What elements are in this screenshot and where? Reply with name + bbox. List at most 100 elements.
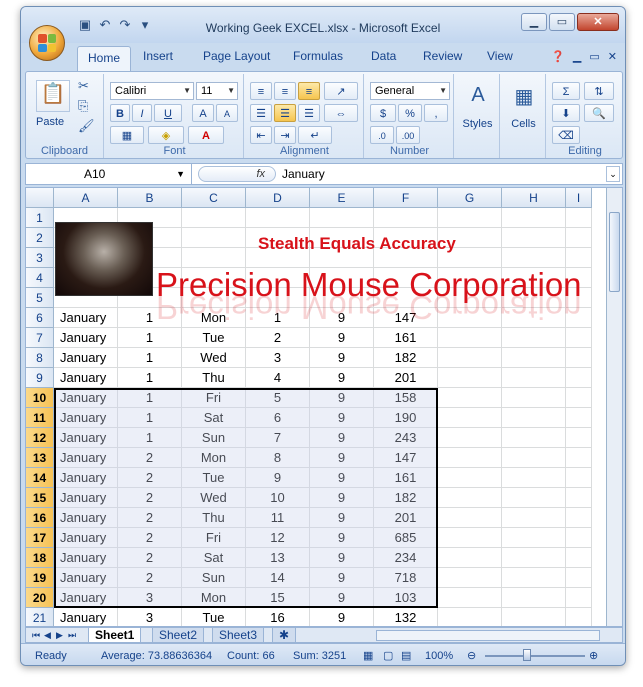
grid-cell[interactable]: Wed bbox=[182, 348, 246, 368]
grid-cell[interactable] bbox=[566, 568, 592, 588]
grid-cell[interactable]: 13 bbox=[246, 548, 310, 568]
grid-cell[interactable] bbox=[438, 428, 502, 448]
decrease-decimal-icon[interactable]: .00 bbox=[396, 126, 420, 144]
help-icon[interactable]: ❓ bbox=[551, 50, 565, 63]
grid-cell[interactable]: January bbox=[54, 508, 118, 528]
grid-cell[interactable] bbox=[502, 548, 566, 568]
grid-cell[interactable] bbox=[566, 528, 592, 548]
comma-icon[interactable]: , bbox=[424, 104, 448, 122]
increase-decimal-icon[interactable]: .0 bbox=[370, 126, 394, 144]
mouse-logo-image[interactable] bbox=[55, 222, 153, 296]
grid-cell[interactable] bbox=[502, 248, 566, 268]
ribbon-minimize-icon[interactable]: ▁ bbox=[573, 50, 581, 63]
grid-cell[interactable] bbox=[374, 208, 438, 228]
grid-cell[interactable]: 9 bbox=[310, 328, 374, 348]
grid-cell[interactable] bbox=[502, 528, 566, 548]
tab-view[interactable]: View bbox=[487, 49, 513, 63]
row-header[interactable]: 7 bbox=[26, 328, 54, 348]
grid-cell[interactable]: 9 bbox=[310, 528, 374, 548]
grid-cell[interactable]: 3 bbox=[118, 608, 182, 626]
row-header[interactable]: 14 bbox=[26, 468, 54, 488]
grid-cell[interactable]: 201 bbox=[374, 508, 438, 528]
grid-cell[interactable]: 7 bbox=[246, 428, 310, 448]
row-header[interactable]: 9 bbox=[26, 368, 54, 388]
maximize-button[interactable]: ▭ bbox=[549, 13, 575, 31]
grid-cell[interactable]: 2 bbox=[118, 488, 182, 508]
fill-icon[interactable]: ⬇ bbox=[552, 104, 580, 122]
zoom-level[interactable]: 100% bbox=[425, 644, 453, 665]
font-color-icon[interactable]: A bbox=[188, 126, 224, 144]
wrap-text-icon[interactable]: ↵ bbox=[298, 126, 332, 144]
row-header[interactable]: 12 bbox=[26, 428, 54, 448]
row-header[interactable]: 20 bbox=[26, 588, 54, 608]
select-all-button[interactable] bbox=[26, 188, 54, 208]
grid-cell[interactable]: 9 bbox=[310, 368, 374, 388]
minimize-button[interactable]: ▁ bbox=[521, 13, 547, 31]
styles-button-label[interactable]: Styles bbox=[456, 118, 499, 130]
row-header[interactable]: 17 bbox=[26, 528, 54, 548]
grid-cell[interactable] bbox=[310, 208, 374, 228]
decrease-indent-icon[interactable]: ⇤ bbox=[250, 126, 272, 144]
align-middle-icon[interactable]: ≡ bbox=[274, 82, 296, 100]
grid-cell[interactable]: 8 bbox=[246, 448, 310, 468]
grid-cell[interactable] bbox=[566, 488, 592, 508]
row-header[interactable]: 16 bbox=[26, 508, 54, 528]
copy-icon[interactable]: ⎘ bbox=[78, 98, 88, 114]
sort-filter-icon[interactable]: ⇅ bbox=[584, 82, 614, 100]
grid-cell[interactable] bbox=[182, 248, 246, 268]
page-layout-view-icon[interactable]: ▢ bbox=[383, 644, 393, 665]
grid-cell[interactable]: 161 bbox=[374, 468, 438, 488]
grid-cell[interactable]: January bbox=[54, 488, 118, 508]
page-break-view-icon[interactable]: ▤ bbox=[401, 644, 411, 665]
row-header[interactable]: 18 bbox=[26, 548, 54, 568]
column-header-i[interactable]: I bbox=[566, 188, 592, 208]
column-header-c[interactable]: C bbox=[182, 188, 246, 208]
grid-cell[interactable]: January bbox=[54, 468, 118, 488]
row-header[interactable]: 15 bbox=[26, 488, 54, 508]
grid-cell[interactable]: 2 bbox=[118, 448, 182, 468]
grid-cell[interactable]: 2 bbox=[118, 528, 182, 548]
grid-cell[interactable]: 9 bbox=[310, 428, 374, 448]
worksheet-grid[interactable]: A B C D E F G H I 1 2 3 4 5 6 January 1 Mon 1 9 147 7 January 1… bbox=[25, 187, 623, 627]
percent-icon[interactable]: % bbox=[398, 104, 422, 122]
horizontal-scrollbar[interactable] bbox=[376, 630, 600, 641]
grid-cell[interactable] bbox=[502, 568, 566, 588]
grid-cell[interactable]: Fri bbox=[182, 388, 246, 408]
grid-cell[interactable] bbox=[566, 428, 592, 448]
number-format-select[interactable]: General ▼ bbox=[370, 82, 450, 100]
grid-cell[interactable] bbox=[502, 428, 566, 448]
grid-cell[interactable]: 1 bbox=[118, 408, 182, 428]
grid-cell[interactable] bbox=[502, 488, 566, 508]
grid-cell[interactable]: 2 bbox=[118, 548, 182, 568]
grid-cell[interactable]: Sun bbox=[182, 568, 246, 588]
grid-cell[interactable]: 9 bbox=[310, 488, 374, 508]
grid-cell[interactable] bbox=[502, 408, 566, 428]
grid-cell[interactable] bbox=[182, 208, 246, 228]
grid-cell[interactable] bbox=[502, 348, 566, 368]
row-header[interactable]: 1 bbox=[26, 208, 54, 228]
grid-cell[interactable]: 6 bbox=[246, 408, 310, 428]
row-header[interactable]: 11 bbox=[26, 408, 54, 428]
grid-cell[interactable]: 10 bbox=[246, 488, 310, 508]
column-header-a[interactable]: A bbox=[54, 188, 118, 208]
next-sheet-icon[interactable]: ▶ bbox=[56, 628, 63, 642]
cut-icon[interactable]: ✂ bbox=[78, 78, 89, 94]
styles-icon[interactable]: A bbox=[464, 84, 492, 107]
grid-cell[interactable] bbox=[438, 388, 502, 408]
grid-cell[interactable] bbox=[438, 208, 502, 228]
row-header[interactable]: 4 bbox=[26, 268, 54, 288]
column-header-g[interactable]: G bbox=[438, 188, 502, 208]
autosum-icon[interactable]: Σ bbox=[552, 82, 580, 100]
grid-cell[interactable]: January bbox=[54, 368, 118, 388]
grid-cell[interactable] bbox=[438, 608, 502, 626]
find-select-icon[interactable]: 🔍 bbox=[584, 104, 614, 122]
vertical-scrollbar[interactable] bbox=[606, 188, 622, 626]
office-button[interactable] bbox=[29, 25, 65, 61]
grid-cell[interactable]: 9 bbox=[310, 468, 374, 488]
grid-cell[interactable]: 3 bbox=[118, 588, 182, 608]
grid-cell[interactable]: 5 bbox=[246, 388, 310, 408]
shrink-font-icon[interactable]: A bbox=[216, 104, 238, 122]
borders-icon[interactable]: ▦ bbox=[110, 126, 144, 144]
row-header[interactable]: 8 bbox=[26, 348, 54, 368]
row-header[interactable]: 19 bbox=[26, 568, 54, 588]
